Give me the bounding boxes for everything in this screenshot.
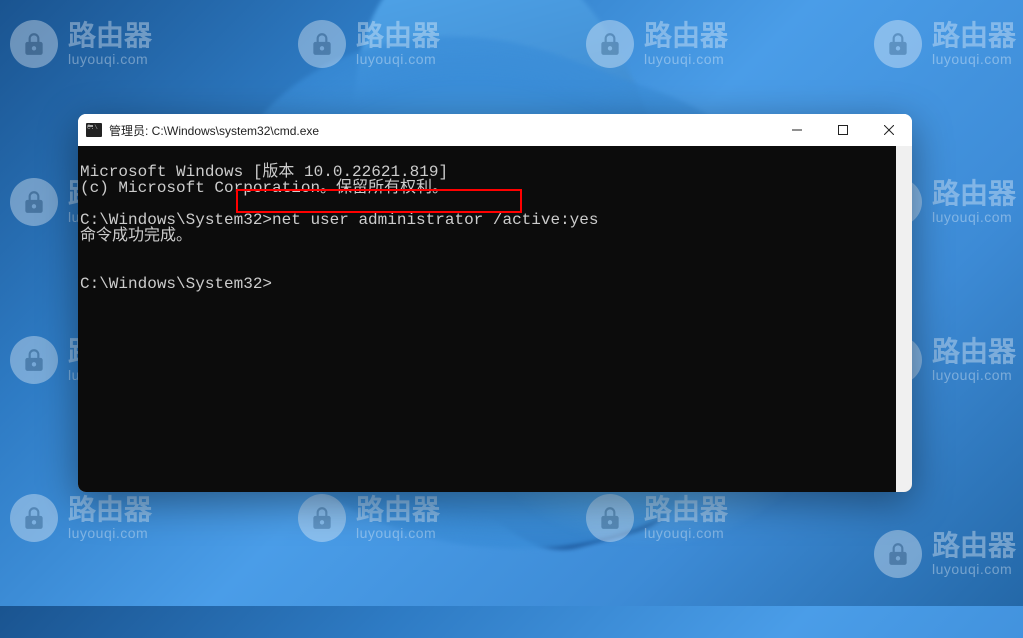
watermark-title: 路由器 <box>932 179 1016 210</box>
typed-command: net user administrator /active:yes <box>272 211 598 229</box>
lock-icon <box>10 20 58 68</box>
window-title: 管理员: C:\Windows\system32\cmd.exe <box>109 122 774 139</box>
prompt-path: C:\Windows\System32> <box>80 275 272 293</box>
console-line-copyright: (c) Microsoft Corporation。保留所有权利。 <box>80 179 448 197</box>
window-controls <box>774 114 912 146</box>
watermark-item: 路由器luyouqi.com <box>10 494 152 542</box>
watermark-subtitle: luyouqi.com <box>68 526 152 541</box>
watermark-item: 路由器luyouqi.com <box>874 530 1016 578</box>
lock-icon <box>10 494 58 542</box>
watermark-subtitle: luyouqi.com <box>932 210 1016 225</box>
close-button[interactable] <box>866 114 912 146</box>
cmd-window: 管理员: C:\Windows\system32\cmd.exe Microso… <box>78 114 912 492</box>
cmd-icon <box>86 123 102 137</box>
watermark-title: 路由器 <box>68 495 152 526</box>
window-titlebar[interactable]: 管理员: C:\Windows\system32\cmd.exe <box>78 114 912 146</box>
console-output[interactable]: Microsoft Windows [版本 10.0.22621.819] (c… <box>78 146 912 492</box>
watermark-item: 路由器luyouqi.com <box>10 20 152 68</box>
watermark-title: 路由器 <box>932 531 1016 562</box>
watermark-subtitle: luyouqi.com <box>932 368 1016 383</box>
watermark-item: 路由器luyouqi.com <box>874 20 1016 68</box>
watermark-title: 路由器 <box>932 21 1016 52</box>
scrollbar-vertical[interactable] <box>896 146 912 492</box>
watermark-subtitle: luyouqi.com <box>932 562 1016 577</box>
watermark-title: 路由器 <box>644 21 728 52</box>
lock-icon <box>874 530 922 578</box>
maximize-button[interactable] <box>820 114 866 146</box>
lock-icon <box>10 178 58 226</box>
watermark-subtitle: luyouqi.com <box>68 52 152 67</box>
lock-icon <box>874 20 922 68</box>
watermark-title: 路由器 <box>932 337 1016 368</box>
watermark-subtitle: luyouqi.com <box>932 52 1016 67</box>
console-line-result: 命令成功完成。 <box>80 227 192 245</box>
console-line-prompt: C:\Windows\System32> <box>80 275 272 293</box>
lock-icon <box>10 336 58 384</box>
watermark-subtitle: luyouqi.com <box>644 52 728 67</box>
watermark-title: 路由器 <box>68 21 152 52</box>
minimize-button[interactable] <box>774 114 820 146</box>
